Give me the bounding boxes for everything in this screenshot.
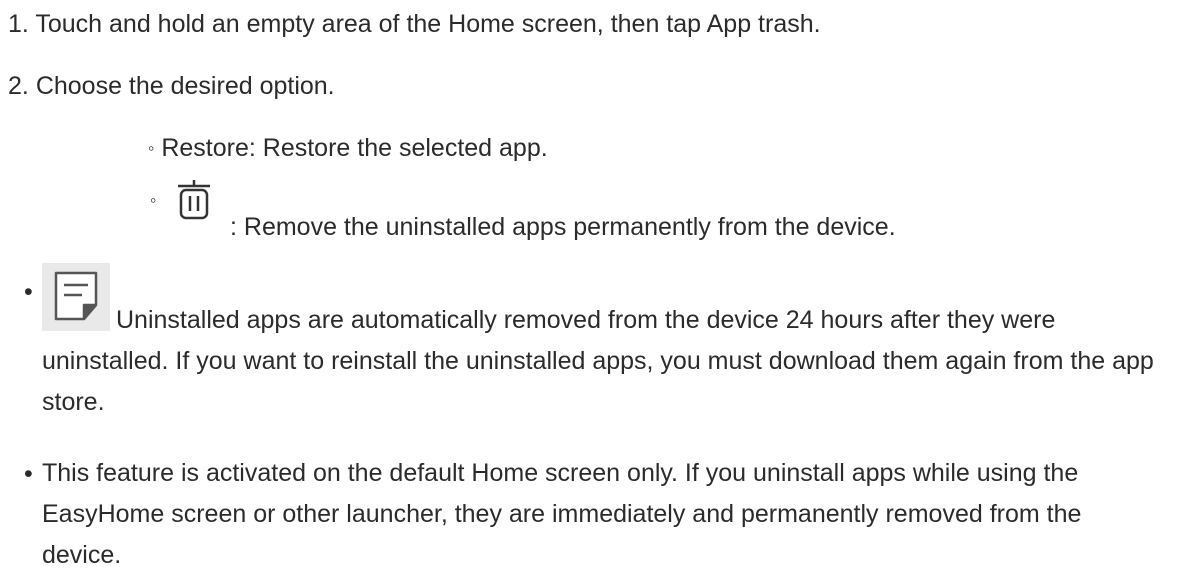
option-restore-marker: ◦ [148, 138, 155, 158]
step-1: 1. Touch and hold an empty area of the H… [8, 8, 821, 40]
step-1-text: Touch and hold an empty area of the Home… [35, 10, 821, 38]
note-2-marker: • [24, 460, 33, 488]
note-1-text: Uninstalled apps are automatically remov… [42, 306, 1154, 416]
note-2-text: This feature is activated on the default… [42, 459, 1082, 569]
note-1-marker: • [24, 278, 33, 306]
option-restore-text: Restore: Restore the selected app. [161, 134, 548, 162]
option-delete-marker: ◦ [150, 190, 157, 210]
trash-icon [175, 180, 213, 222]
option-restore: ◦ Restore: Restore the selected app. [148, 132, 548, 164]
step-1-number: 1. [8, 10, 29, 38]
option-delete-text: : Remove the uninstalled apps permanentl… [230, 213, 896, 241]
step-2-text: Choose the desired option. [35, 72, 335, 100]
step-2: 2. Choose the desired option. [8, 70, 335, 102]
step-2-number: 2. [8, 72, 29, 100]
